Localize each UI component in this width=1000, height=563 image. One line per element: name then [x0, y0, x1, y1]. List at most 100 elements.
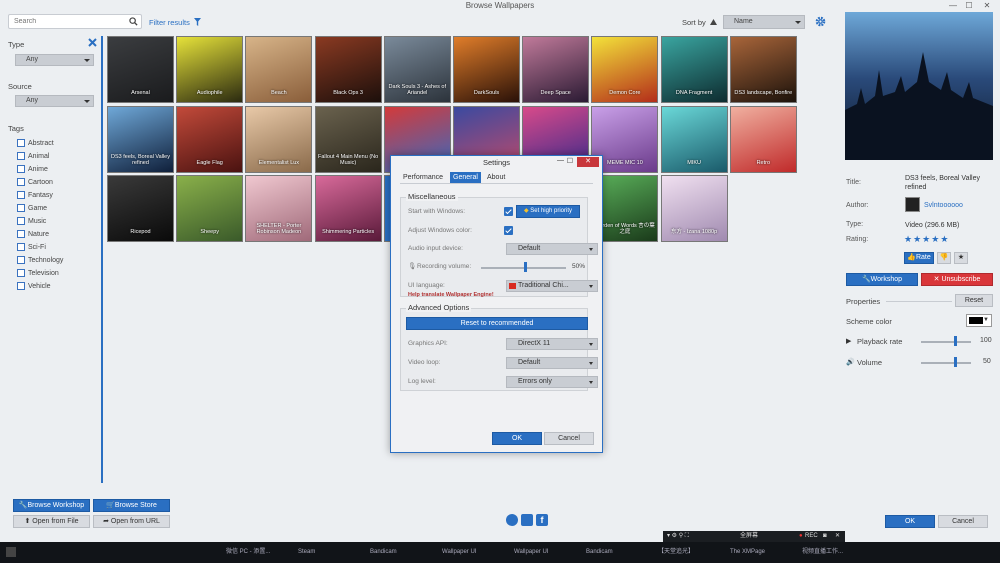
wallpaper-tile[interactable]: MIKU [660, 105, 728, 173]
tag-checkbox[interactable] [17, 269, 25, 277]
wallpaper-tile[interactable]: Black Ops 3 [314, 36, 382, 103]
settings-ok-button[interactable]: OK [492, 432, 542, 445]
close-icon[interactable]: ✕ [980, 0, 994, 11]
help-translate-link[interactable]: Help translate Wallpaper Engine! [408, 292, 494, 298]
wallpaper-tile[interactable]: Beach [245, 36, 313, 103]
ui-language-dropdown[interactable]: Traditional Chi... [506, 280, 598, 292]
wallpaper-tile[interactable]: Elementalist Lux [245, 105, 313, 173]
tab-about[interactable]: About [484, 172, 508, 183]
favorite-star-icon[interactable]: ★ [954, 252, 968, 264]
sort-ascending-icon[interactable] [710, 19, 717, 25]
tag-checkbox[interactable] [17, 217, 25, 225]
tag-item[interactable]: Sci-Fi [17, 241, 46, 253]
search-input[interactable] [9, 15, 119, 28]
tag-checkbox[interactable] [17, 282, 25, 290]
maximize-icon[interactable]: ☐ [962, 0, 976, 11]
wallpaper-tile[interactable]: Dark Souls 3 - Ashes of Ariandel [383, 36, 451, 103]
workshop-button[interactable]: 🔧Workshop [846, 273, 918, 286]
tab-performance[interactable]: Performance [400, 172, 446, 183]
twitter-icon[interactable] [521, 514, 533, 526]
facebook-icon[interactable]: f [536, 514, 548, 526]
recording-volume-slider[interactable] [523, 262, 527, 272]
browse-store-button[interactable]: 🛒Browse Store [93, 499, 170, 512]
wallpaper-tile[interactable]: Deep Space [522, 36, 590, 103]
wallpaper-tile[interactable]: Demon Core [591, 36, 659, 103]
wallpaper-tile[interactable]: Arsenal [107, 36, 174, 103]
tag-checkbox[interactable] [17, 256, 25, 264]
author-link[interactable]: Svlntoooooo [924, 202, 963, 209]
tag-item[interactable]: Fantasy [17, 189, 53, 201]
wallpaper-tile[interactable]: DNA Fragment [660, 36, 728, 103]
start-windows-checkbox[interactable] [504, 207, 513, 216]
volume-slider[interactable] [953, 357, 957, 367]
tag-item[interactable]: Animal [17, 150, 49, 162]
unsubscribe-button[interactable]: ✕ Unsubscribe [921, 273, 993, 286]
tag-item[interactable]: Technology [17, 254, 63, 266]
wallpaper-tile[interactable]: Shimmering Particles [314, 175, 382, 242]
wallpaper-tile[interactable]: Sheepy [176, 175, 244, 242]
wallpaper-tile[interactable]: Audiophile [176, 36, 244, 103]
start-icon[interactable] [6, 547, 16, 557]
wallpaper-tile[interactable]: DS3 feels, Boreal Valley refined [107, 105, 174, 173]
tag-checkbox[interactable] [17, 191, 25, 199]
ok-button[interactable]: OK [885, 515, 935, 528]
taskbar-item[interactable]: 视频直播工作... [788, 544, 858, 560]
reset-to-recommended-button[interactable]: Reset to recommended [406, 317, 588, 330]
taskbar-item[interactable]: Wallpaper UI [428, 544, 498, 560]
settings-cancel-button[interactable]: Cancel [544, 432, 594, 445]
open-from-url-button[interactable]: ➦ Open from URL [93, 515, 170, 528]
minimize-icon[interactable]: — [557, 157, 564, 164]
tag-checkbox[interactable] [17, 204, 25, 212]
tag-checkbox[interactable] [17, 243, 25, 251]
tag-checkbox[interactable] [17, 165, 25, 173]
wallpaper-tile[interactable]: DS3 landscape, Bonfire [729, 36, 797, 103]
sort-dropdown[interactable]: Name [723, 15, 805, 29]
tag-checkbox[interactable] [17, 139, 25, 147]
playback-rate-slider[interactable] [953, 336, 957, 346]
tag-item[interactable]: Cartoon [17, 176, 53, 188]
minimize-icon[interactable]: — [946, 0, 960, 11]
set-high-priority-button[interactable]: ◆ Set high priority [516, 205, 580, 218]
wallpaper-tile[interactable]: SHELTER - Porter Robinson Madeon [245, 175, 313, 242]
taskbar-item[interactable]: Bandicam [572, 544, 642, 560]
settings-close-button[interactable]: ✕ [577, 157, 599, 167]
wallpaper-tile[interactable]: Retro [729, 105, 797, 173]
tag-checkbox[interactable] [17, 152, 25, 160]
scheme-color-picker[interactable]: ▼ [966, 314, 992, 327]
log-level-dropdown[interactable]: Errors only [506, 376, 598, 388]
tag-checkbox[interactable] [17, 178, 25, 186]
taskbar-item[interactable]: 微信 PC - 添置... [212, 544, 282, 560]
taskbar-item[interactable]: 【天堂追光】 [644, 544, 714, 560]
wallpaper-tile[interactable]: DarkSouls [453, 36, 520, 103]
cancel-button[interactable]: Cancel [938, 515, 988, 528]
taskbar-item[interactable]: Wallpaper UI [500, 544, 570, 560]
close-icon[interactable]: ✕ [835, 531, 840, 542]
tag-item[interactable]: Abstract [17, 137, 54, 149]
taskbar-item[interactable]: Bandicam [356, 544, 426, 560]
browse-workshop-button[interactable]: 🔧Browse Workshop [13, 499, 90, 512]
wallpaper-tile[interactable]: 东方 - Izana 1080p [660, 175, 728, 242]
rec-label[interactable]: REC [805, 531, 818, 542]
camera-icon[interactable]: ◙ [823, 531, 827, 542]
video-loop-dropdown[interactable]: Default [506, 357, 598, 369]
source-dropdown[interactable]: Any [15, 95, 94, 107]
tag-checkbox[interactable] [17, 230, 25, 238]
adjust-color-checkbox[interactable] [504, 226, 513, 235]
wallpaper-tile[interactable]: Ricepod [107, 175, 174, 242]
clear-filter-icon[interactable] [88, 38, 97, 47]
audio-input-dropdown[interactable]: Default [506, 243, 598, 255]
search-icon[interactable] [129, 17, 138, 26]
maximize-icon[interactable]: ☐ [567, 157, 573, 165]
steam-icon[interactable] [506, 514, 518, 526]
wallpaper-tile[interactable]: Eagle Flag [176, 105, 244, 173]
recorder-tools-icon[interactable]: ▾ ⚙ ⚲ ⛶ [667, 531, 689, 542]
wallpaper-tile[interactable]: Fallout 4 Main Menu (No Music) [314, 105, 382, 173]
open-from-file-button[interactable]: ⬆ Open from File [13, 515, 90, 528]
taskbar-item[interactable]: Steam [284, 544, 354, 560]
gear-icon[interactable] [815, 16, 826, 27]
tag-item[interactable]: Anime [17, 163, 48, 175]
tag-item[interactable]: Game [17, 202, 47, 214]
taskbar-item[interactable]: The XMPage [716, 544, 786, 560]
tag-item[interactable]: Nature [17, 228, 49, 240]
tag-item[interactable]: Vehicle [17, 280, 51, 292]
